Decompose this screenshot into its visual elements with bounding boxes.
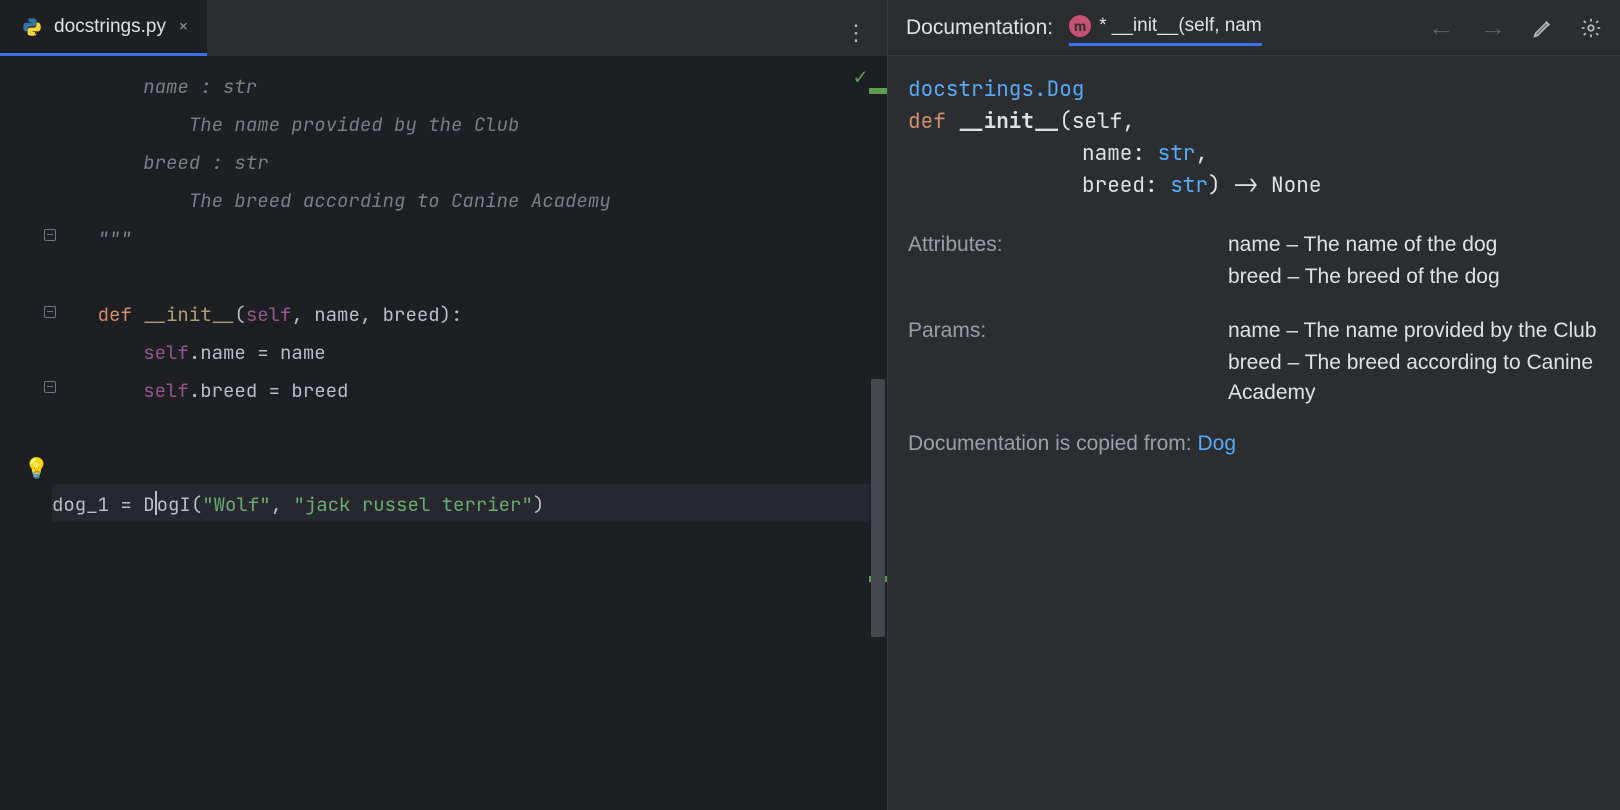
python-file-icon: [22, 17, 42, 37]
doc-attributes-row: Attributes: name – The name of the dog b…: [908, 230, 1600, 294]
doc-attributes-label: Attributes:: [908, 230, 1228, 294]
close-tab-icon[interactable]: ×: [178, 15, 189, 38]
doc-source-link[interactable]: Dog: [1197, 432, 1236, 455]
settings-gear-icon[interactable]: [1580, 17, 1602, 39]
documentation-panel: Documentation: m * __init__(self, nam ← …: [887, 0, 1620, 810]
editor-scrollbar[interactable]: [869, 56, 887, 810]
doc-tab[interactable]: m * __init__(self, nam: [1069, 15, 1262, 46]
nav-forward-icon[interactable]: →: [1480, 12, 1506, 43]
doc-copied-from: Documentation is copied from: Dog: [908, 432, 1600, 456]
ibeam-cursor-icon: I: [179, 486, 190, 524]
gutter: [0, 56, 52, 810]
edit-icon[interactable]: [1532, 17, 1554, 39]
nav-back-icon[interactable]: ←: [1428, 12, 1454, 43]
file-tab-label: docstrings.py: [54, 16, 166, 38]
doc-tab-label: * __init__(self, nam: [1099, 15, 1262, 37]
code-text[interactable]: name : str The name provided by the Club…: [52, 56, 887, 810]
editor-pane: docstrings.py × ⋮ 💡 name : str The name …: [0, 0, 887, 810]
doc-params-row: Params: name – The name provided by the …: [908, 316, 1600, 410]
doc-header: Documentation: m * __init__(self, nam ← …: [888, 0, 1620, 56]
doc-content: docstrings.Dog def __init__(self, name: …: [888, 56, 1620, 474]
method-badge-icon: m: [1069, 15, 1091, 37]
doc-panel-title: Documentation:: [906, 16, 1053, 40]
code-area[interactable]: 💡 name : str The name provided by the Cl…: [0, 56, 887, 810]
tab-overflow-icon[interactable]: ⋮: [845, 18, 869, 47]
inspection-ok-icon[interactable]: ✓: [854, 62, 867, 91]
editor-tab-strip: docstrings.py × ⋮: [0, 0, 887, 56]
file-tab[interactable]: docstrings.py ×: [0, 0, 207, 56]
doc-signature: docstrings.Dog def __init__(self, name: …: [908, 74, 1600, 202]
intention-bulb-icon[interactable]: 💡: [24, 455, 49, 481]
doc-params-label: Params:: [908, 316, 1228, 410]
